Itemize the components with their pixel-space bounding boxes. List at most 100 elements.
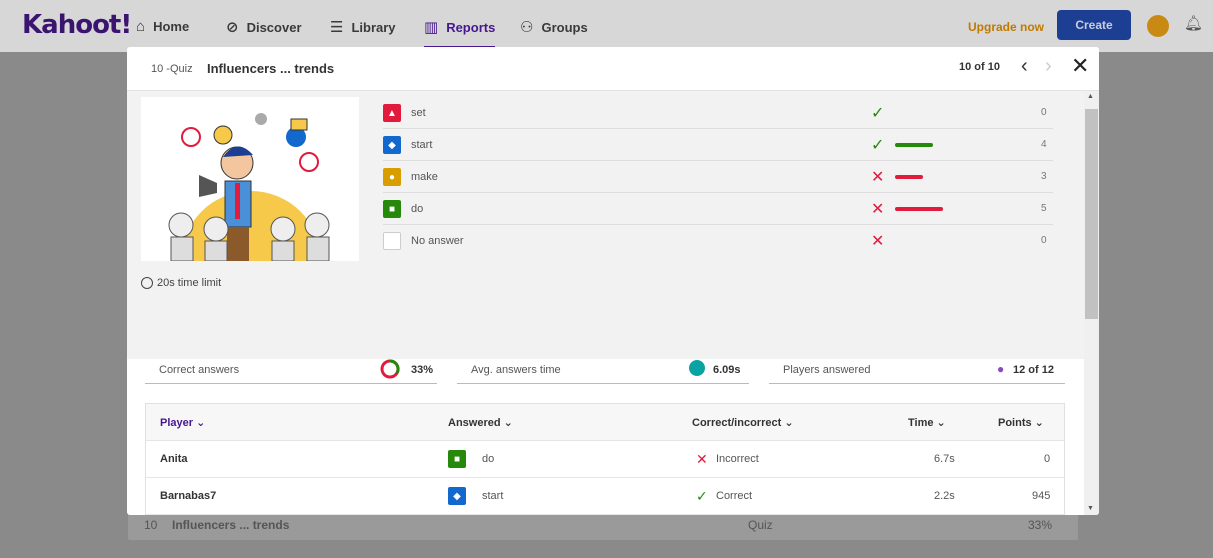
table-row[interactable]: Barnabas7 ◆ start ✓ Correct 2.2s 945 (146, 478, 1064, 515)
question-title: Influencers ... trends (207, 61, 335, 76)
answer-label: No answer (411, 235, 464, 247)
header-time[interactable]: Time ⌄ (908, 416, 946, 429)
player-result: Correct (716, 490, 753, 502)
avatar[interactable] (1147, 15, 1169, 37)
scrollbar-thumb[interactable] (1085, 109, 1098, 319)
table-header: Player ⌄ Answered ⌄ Correct/incorrect ⌄ … (146, 404, 1064, 441)
cross-icon: ✕ (871, 201, 885, 218)
nav-discover-label: Discover (246, 19, 302, 35)
bg-row-percent: 33% (1028, 518, 1053, 532)
nav-discover[interactable]: ⊘ Discover (226, 18, 302, 36)
answer-count: 5 (1041, 203, 1047, 214)
timer-icon (689, 360, 705, 376)
time-limit-label: 20s time limit (157, 277, 222, 289)
table-row[interactable]: Anita ■ do ✕ Incorrect 6.7s 0 (146, 441, 1064, 478)
header-points[interactable]: Points ⌄ (998, 416, 1044, 429)
clock-icon (141, 277, 153, 289)
answer-count: 3 (1041, 171, 1047, 182)
triangle-icon: ▲ (383, 104, 401, 122)
stat-time-value: 6.09s (713, 364, 741, 376)
answer-label: make (411, 171, 438, 183)
answer-bar (895, 175, 923, 179)
stat-time-label: Avg. answers time (471, 364, 561, 376)
check-icon: ✓ (871, 137, 885, 154)
answer-row: ▲ set ✓ 0 (383, 97, 1053, 129)
header-answered[interactable]: Answered ⌄ (448, 416, 513, 429)
answer-row: ■ do ✕ 5 (383, 193, 1053, 225)
nav-groups[interactable]: ⚇ Groups (520, 18, 588, 36)
answer-label: set (411, 107, 426, 119)
list-icon: ☰ (330, 19, 344, 36)
bg-row-type: Quiz (748, 518, 773, 532)
home-icon: ⌂ (136, 18, 146, 35)
bg-row-title: Influencers ... trends (172, 518, 290, 532)
stat-players-label: Players answered (783, 364, 871, 376)
chevron-right-icon[interactable]: › (1045, 55, 1052, 78)
answer-row: ◆ start ✓ 4 (383, 129, 1053, 161)
cross-icon: ✕ (871, 169, 885, 186)
answer-row: No answer ✕ 0 (383, 225, 1053, 257)
close-icon[interactable]: ✕ (1071, 53, 1089, 79)
stat-players-value: 12 of 12 (1013, 364, 1054, 376)
people-icon: ⚇ (520, 19, 534, 36)
player-result: Incorrect (716, 453, 759, 465)
nav-reports[interactable]: ▥ Reports (424, 18, 496, 49)
players-table: Player ⌄ Answered ⌄ Correct/incorrect ⌄ … (145, 403, 1065, 515)
top-navigation-bar: Kahoot! ⌂ Home ⊘ Discover ☰ Library ▥ Re… (0, 0, 1213, 52)
nav-library-label: Library (351, 19, 396, 35)
no-answer-box (383, 232, 401, 250)
answer-count: 0 (1041, 107, 1047, 118)
check-icon: ✓ (871, 105, 885, 122)
square-icon: ■ (383, 200, 401, 218)
stat-correct: Correct answers 33% (145, 354, 437, 384)
scroll-down-arrow[interactable]: ▼ (1087, 505, 1094, 512)
bg-row-number: 10 (144, 518, 158, 532)
answer-label: do (411, 203, 424, 215)
answer-count: 4 (1041, 139, 1047, 150)
question-section: 20s time limit ▲ set ✓ 0 ◆ start ✓ 4 ● m… (127, 91, 1084, 359)
answer-label: start (411, 139, 433, 151)
bell-icon[interactable]: 🔔︎ (1184, 14, 1203, 32)
player-answer: do (482, 453, 495, 465)
cross-icon: ✕ (696, 451, 708, 467)
question-counter: 10 of 10 (959, 61, 1000, 73)
stat-players: Players answered ● 12 of 12 (769, 354, 1065, 384)
modal-header: 10 -Quiz Influencers ... trends 10 of 10… (127, 47, 1099, 91)
answer-bar (895, 207, 943, 211)
nav-library[interactable]: ☰ Library (330, 18, 396, 36)
scroll-up-arrow[interactable]: ▲ (1087, 93, 1094, 100)
answer-bar (895, 143, 933, 147)
square-icon: ■ (448, 450, 466, 468)
player-points: 945 (1032, 490, 1051, 502)
player-time: 6.7s (934, 453, 955, 465)
nav-home[interactable]: ⌂ Home (136, 18, 189, 35)
stat-correct-label: Correct answers (159, 364, 240, 376)
question-image (141, 97, 359, 262)
chevron-left-icon[interactable]: ‹ (1021, 55, 1028, 78)
player-time: 2.2s (934, 490, 955, 502)
answer-count: 0 (1041, 235, 1047, 246)
player-answer: start (482, 490, 504, 502)
donut-icon (379, 358, 401, 385)
answer-row: ● make ✕ 3 (383, 161, 1053, 193)
question-detail-modal: 10 -Quiz Influencers ... trends 10 of 10… (127, 47, 1099, 515)
nav-groups-label: Groups (541, 19, 588, 35)
nav-home-label: Home (153, 19, 190, 34)
stat-correct-value: 33% (411, 364, 434, 376)
upgrade-now-link[interactable]: Upgrade now (968, 20, 1044, 34)
player-points: 0 (1044, 453, 1051, 465)
diamond-icon: ◆ (383, 136, 401, 154)
time-limit: 20s time limit (141, 277, 221, 289)
header-player[interactable]: Player ⌄ (160, 416, 205, 429)
nav-reports-label: Reports (446, 19, 496, 35)
header-correct[interactable]: Correct/incorrect ⌄ (692, 416, 794, 429)
diamond-icon: ◆ (448, 487, 466, 505)
stat-avg-time: Avg. answers time 6.09s (457, 354, 749, 384)
player-name: Anita (160, 453, 188, 465)
create-button[interactable]: Create (1057, 10, 1131, 40)
bar-chart-icon: ▥ (424, 19, 439, 36)
person-icon: ● (997, 362, 1005, 376)
cross-icon: ✕ (871, 233, 885, 250)
question-type: 10 -Quiz (151, 63, 193, 75)
kahoot-logo[interactable]: Kahoot! (22, 10, 132, 40)
